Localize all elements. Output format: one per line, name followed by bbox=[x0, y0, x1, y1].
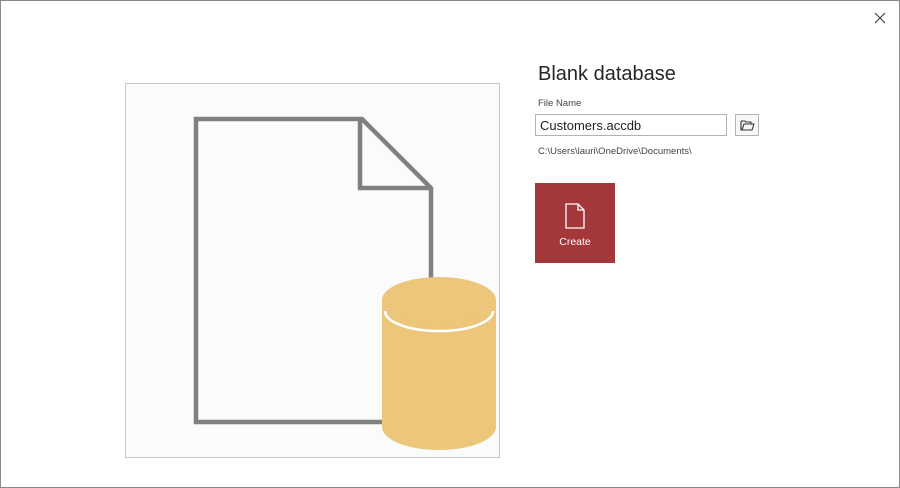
create-button[interactable]: Create bbox=[535, 183, 615, 263]
document-icon bbox=[565, 203, 585, 229]
database-preview-image bbox=[125, 83, 500, 458]
close-button[interactable] bbox=[867, 5, 893, 31]
file-name-input[interactable] bbox=[535, 114, 727, 136]
save-location-path: C:\Users\lauri\OneDrive\Documents\ bbox=[538, 146, 692, 157]
close-icon bbox=[874, 12, 886, 24]
dialog-title: Blank database bbox=[538, 63, 676, 85]
create-button-label: Create bbox=[559, 236, 591, 248]
blank-database-dialog: Blank database File Name C:\Users\lauri\… bbox=[0, 0, 900, 488]
database-cylinder-icon bbox=[382, 277, 496, 450]
blank-database-illustration bbox=[193, 116, 496, 450]
file-name-label: File Name bbox=[538, 98, 582, 109]
folder-open-icon bbox=[739, 120, 755, 131]
browse-folder-button[interactable] bbox=[735, 114, 759, 136]
